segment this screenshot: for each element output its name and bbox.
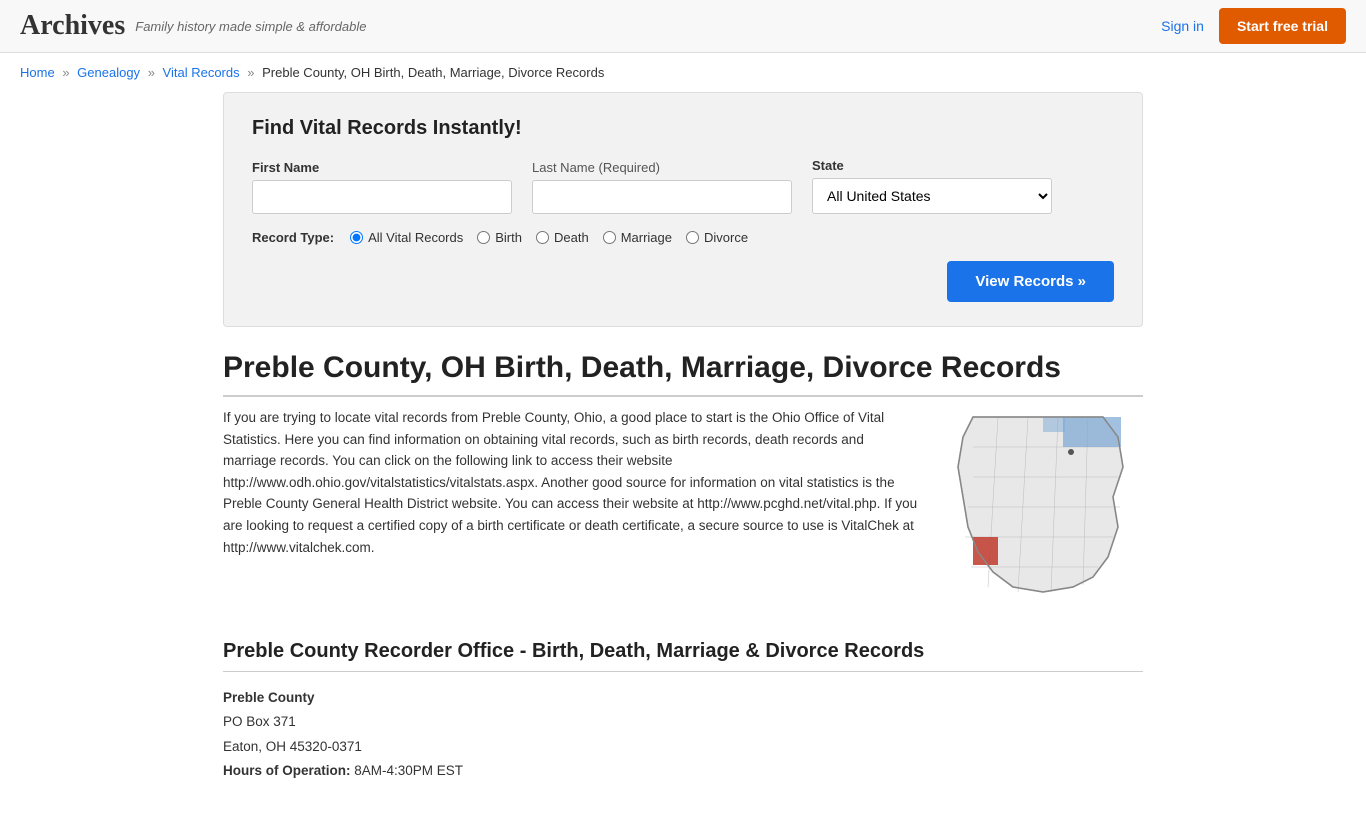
header-right: Sign in Start free trial [1161,8,1346,44]
breadcrumb-genealogy[interactable]: Genealogy [77,65,140,80]
record-type-row: Record Type: All Vital Records Birth Dea… [252,230,1114,245]
hours-label: Hours of Operation: [223,763,351,778]
record-type-divorce-radio[interactable] [686,231,699,244]
content-text: If you are trying to locate vital record… [223,407,919,610]
record-type-label: Record Type: [252,230,334,245]
record-type-death[interactable]: Death [536,230,589,245]
last-name-label: Last Name (Required) [532,160,792,175]
search-footer: View Records » [252,261,1114,302]
main-content: Find Vital Records Instantly! First Name… [203,92,1163,327]
address-line2: Eaton, OH 45320-0371 [223,735,1143,759]
tagline: Family history made simple & affordable [135,19,366,34]
header: Archives Family history made simple & af… [0,0,1366,53]
record-type-birth[interactable]: Birth [477,230,522,245]
logo: Archives [20,10,125,42]
breadcrumb-sep2: » [148,65,155,80]
record-type-all-radio[interactable] [350,231,363,244]
breadcrumb-sep1: » [62,65,69,80]
view-records-button[interactable]: View Records » [947,261,1114,302]
content-area: If you are trying to locate vital record… [223,407,1143,610]
breadcrumb-current: Preble County, OH Birth, Death, Marriage… [262,65,604,80]
first-name-label: First Name [252,160,512,175]
record-type-marriage[interactable]: Marriage [603,230,672,245]
first-name-group: First Name [252,160,512,214]
address-line1: PO Box 371 [223,710,1143,734]
search-box: Find Vital Records Instantly! First Name… [223,92,1143,327]
county-name: Preble County [223,690,315,705]
breadcrumb: Home » Genealogy » Vital Records » Prebl… [0,53,1366,92]
record-type-birth-radio[interactable] [477,231,490,244]
sign-in-link[interactable]: Sign in [1161,18,1204,34]
state-select[interactable]: All United StatesAlabamaAlaskaArizonaArk… [812,178,1052,214]
record-type-divorce[interactable]: Divorce [686,230,748,245]
search-title: Find Vital Records Instantly! [252,117,1114,140]
breadcrumb-vital-records[interactable]: Vital Records [163,65,240,80]
section-heading: Preble County Recorder Office - Birth, D… [223,640,1143,672]
last-name-group: Last Name (Required) [532,160,792,214]
first-name-input[interactable] [252,180,512,214]
hours-value: 8AM-4:30PM EST [354,763,463,778]
record-type-marriage-radio[interactable] [603,231,616,244]
content-wrapper: Preble County, OH Birth, Death, Marriage… [203,351,1163,823]
record-type-all[interactable]: All Vital Records [350,230,463,245]
record-type-options: All Vital Records Birth Death Marriage D… [350,230,748,245]
page-title: Preble County, OH Birth, Death, Marriage… [223,351,1143,397]
state-label: State [812,158,1052,173]
address-block: Preble County PO Box 371 Eaton, OH 45320… [223,686,1143,783]
start-trial-button[interactable]: Start free trial [1219,8,1346,44]
header-left: Archives Family history made simple & af… [20,10,366,42]
search-fields: First Name Last Name (Required) State Al… [252,158,1114,214]
breadcrumb-home[interactable]: Home [20,65,55,80]
record-type-death-radio[interactable] [536,231,549,244]
ohio-map [943,407,1133,607]
last-name-input[interactable] [532,180,792,214]
breadcrumb-sep3: » [247,65,254,80]
map-container [943,407,1143,610]
state-group: State All United StatesAlabamaAlaskaAriz… [812,158,1052,214]
